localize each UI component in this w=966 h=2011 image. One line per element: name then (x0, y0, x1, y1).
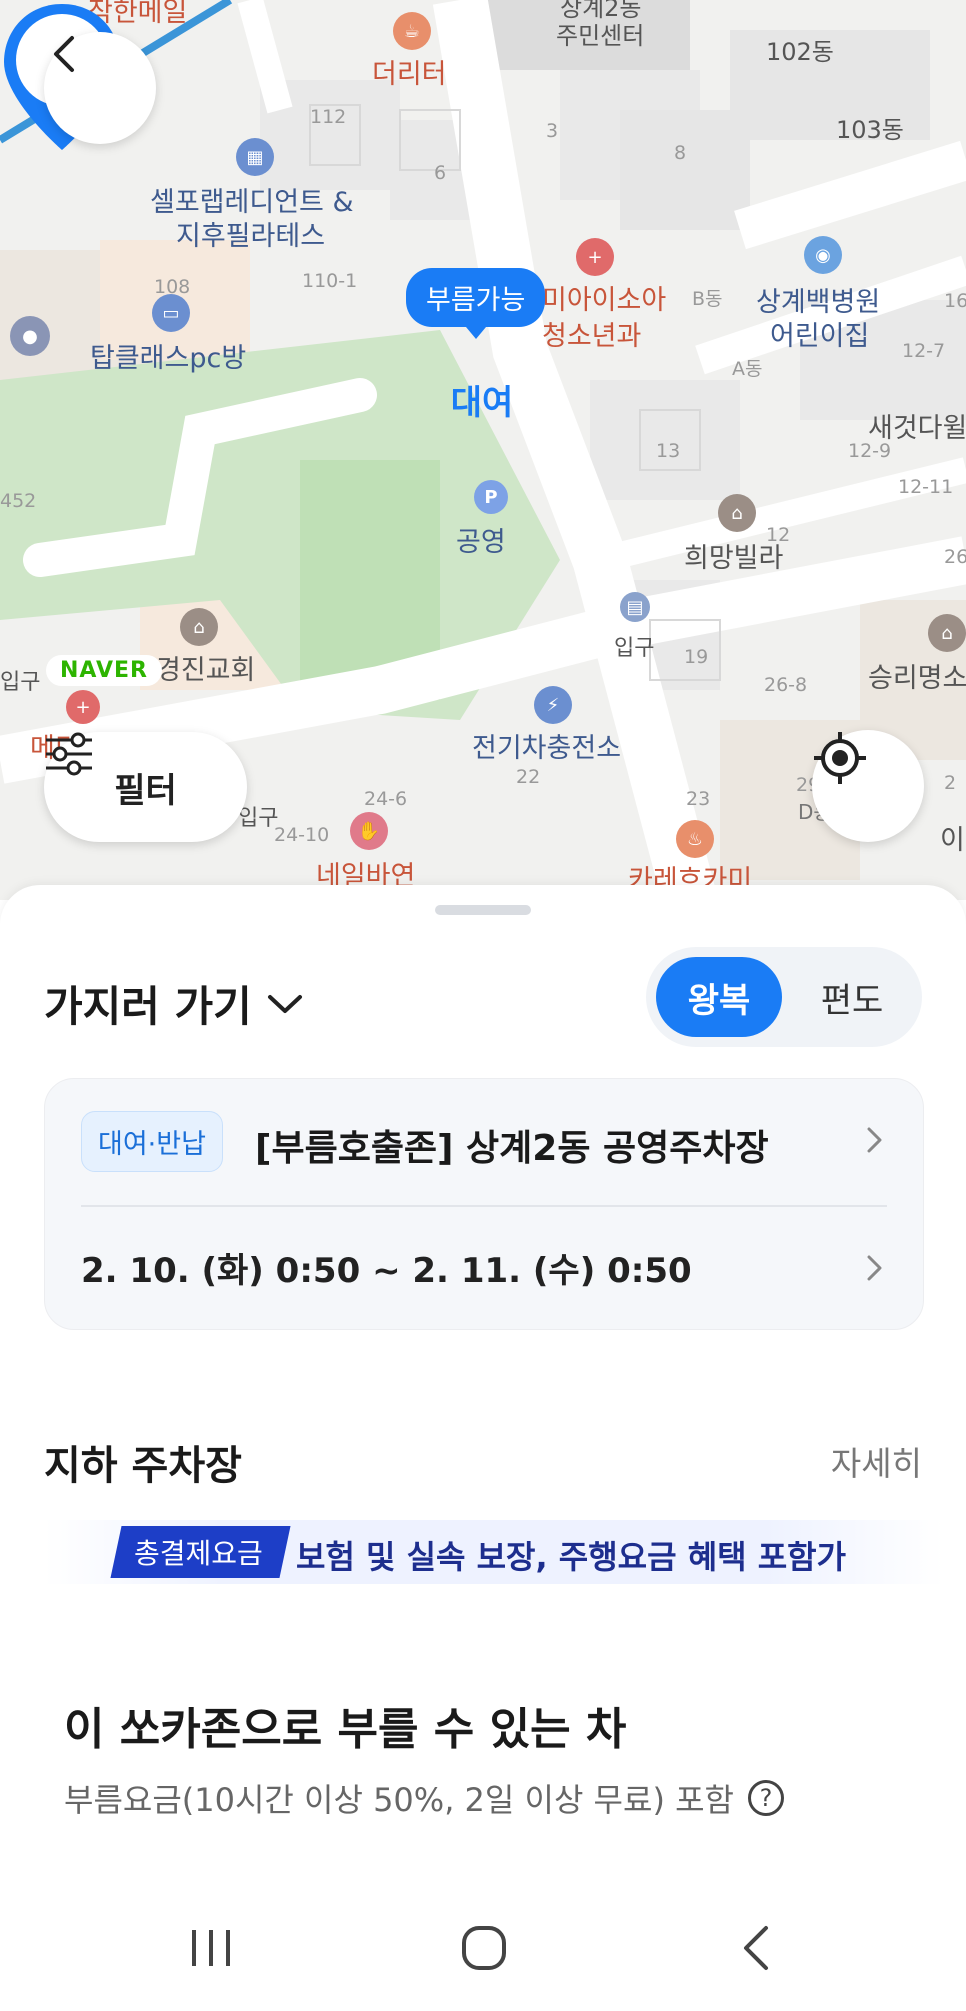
parking-type: 지하 주차장 (44, 1443, 242, 1489)
kindergarten-poi-icon[interactable]: ◉ (804, 236, 842, 274)
church-poi-icon[interactable]: ⌂ (180, 608, 218, 646)
bottom-sheet: 가지러 가기 왕복 편도 대여·반납 [부름호출존] 상계2동 공영주차장 2.… (0, 885, 966, 2011)
map-label: 6 (434, 162, 447, 184)
map-label: 입구 (0, 670, 41, 695)
system-nav-bar (0, 1890, 966, 2011)
help-icon[interactable]: ? (747, 1780, 784, 1816)
filter-label: 필터 (114, 770, 177, 811)
parking-poi-icon[interactable]: P (474, 480, 508, 514)
map-label: 23 (686, 788, 711, 810)
ev-charge-poi-icon[interactable]: ⚡ (534, 686, 572, 724)
chevron-left-icon (54, 36, 74, 72)
map-view[interactable]: ☕ ▦ ▭ + ◉ ⌂ ⌂ ▤ ⚡ ⌂ ✋ ♨ P ● + 작한메일 상계2동 … (0, 0, 966, 900)
map-label: 청소년과 (542, 321, 642, 352)
delivery-fee-note: 부름요금(10시간 이상 50%, 2일 이상 무료) 포함 ? (64, 1775, 784, 1821)
direction-title: 가지러 가기 (44, 982, 252, 1031)
map-label: 탑클래스pc방 (90, 343, 247, 374)
map-label: 2 (944, 772, 957, 794)
map-label: 22 (516, 766, 541, 788)
delivery-fee-text: 부름요금(10시간 이상 50%, 2일 이상 무료) 포함 (64, 1781, 734, 1819)
map-label: 13 (656, 440, 681, 462)
sliders-icon (46, 732, 92, 776)
direction-dropdown[interactable]: 가지러 가기 (44, 973, 304, 1034)
location-poi-icon[interactable]: ● (10, 316, 50, 356)
entrance-poi-icon[interactable]: ▤ (620, 592, 650, 622)
map-label: 102동 (766, 38, 834, 66)
card-divider (81, 1205, 887, 1207)
map-label: 108 (154, 276, 191, 298)
total-price-tag: 총결제요금 (110, 1526, 291, 1578)
map-label: 전기차충전소 (472, 733, 622, 764)
nail-poi-icon[interactable]: ✋ (350, 812, 388, 850)
map-label: 24-6 (364, 788, 408, 810)
price-promo-banner: 총결제요금 보험 및 실속 보장, 주행요금 혜택 포함가 (44, 1520, 944, 1584)
map-label: 26-8 (764, 674, 808, 696)
availability-tooltip[interactable]: 부름가능 (406, 268, 546, 339)
map-label: 112 (310, 106, 347, 128)
map-label: 입구 (614, 636, 655, 661)
map-label: 경진교회 (156, 655, 256, 686)
map-label: 16 (944, 290, 966, 312)
map-label: A동 (732, 358, 763, 380)
map-label: 3 (546, 120, 559, 142)
map-label: 12 (766, 524, 791, 546)
church2-poi-icon[interactable]: ⌂ (928, 614, 966, 652)
map-label: 미아이소아 (542, 285, 667, 316)
map-label: 103동 (836, 116, 904, 144)
my-location-button[interactable] (812, 730, 924, 842)
round-trip-option[interactable]: 왕복 (656, 957, 782, 1037)
rental-return-badge: 대여·반납 (81, 1111, 223, 1172)
map-label: 승리명소 (868, 663, 966, 694)
map-label: B동 (692, 288, 723, 310)
map-label: 더리터 (372, 59, 447, 90)
chevron-right-icon[interactable] (861, 1255, 887, 1281)
trip-type-toggle: 왕복 편도 (646, 947, 922, 1047)
sheet-drag-handle[interactable] (435, 905, 531, 915)
map-label: 지후필라테스 (176, 221, 326, 252)
filter-button[interactable]: 필터 (44, 732, 247, 842)
map-label: 12-11 (898, 476, 954, 498)
med-poi-icon[interactable]: + (66, 690, 100, 724)
hospital-poi-icon[interactable]: + (576, 238, 614, 276)
cafe-poi-icon[interactable]: ☕ (393, 12, 431, 50)
map-label: 어린이집 (770, 321, 870, 352)
map-label: 이 (940, 825, 965, 856)
naver-logo: NAVER (46, 655, 162, 686)
home-icon[interactable] (460, 1924, 508, 1972)
restaurant-poi-icon[interactable]: ♨ (676, 820, 714, 858)
available-cars-title: 이 쏘카존으로 부를 수 있는 차 (64, 1704, 627, 1755)
back-button[interactable] (44, 32, 156, 144)
map-label: 8 (674, 142, 687, 164)
promo-text: 보험 및 실속 보장, 주행요금 혜택 포함가 (296, 1538, 847, 1576)
chevron-right-icon[interactable] (861, 1127, 887, 1153)
map-label: 12-9 (848, 440, 892, 462)
rental-info-card: 대여·반납 [부름호출존] 상계2동 공영주차장 2. 10. (화) 0:50… (44, 1078, 924, 1330)
chevron-down-icon (267, 994, 302, 1013)
villa-poi-icon[interactable]: ⌂ (718, 494, 756, 532)
pin-label: 대여 (450, 383, 514, 423)
crosshair-icon (814, 732, 866, 784)
recent-apps-icon[interactable] (188, 1926, 234, 1970)
map-label: 19 (684, 646, 709, 668)
back-nav-icon[interactable] (738, 1924, 774, 1972)
map-label: 공영 (456, 527, 506, 558)
map-label: 주민센터 (556, 22, 645, 50)
pc-room-poi-icon[interactable]: ▭ (152, 294, 190, 332)
map-label: 24-10 (274, 824, 330, 846)
map-label: 452 (0, 490, 37, 512)
rental-time-range[interactable]: 2. 10. (화) 0:50 ~ 2. 11. (수) 0:50 (81, 1243, 692, 1292)
zone-name[interactable]: [부름호출존] 상계2동 공영주차장 (255, 1119, 769, 1171)
map-label: 110-1 (302, 270, 358, 292)
one-way-option[interactable]: 편도 (792, 957, 912, 1037)
fitness-poi-icon[interactable]: ▦ (236, 138, 274, 176)
map-label: 입구 (238, 806, 279, 831)
detail-link[interactable]: 자세히 (831, 1437, 922, 1485)
map-label: 26 (944, 546, 966, 568)
map-label: 12-7 (902, 340, 946, 362)
